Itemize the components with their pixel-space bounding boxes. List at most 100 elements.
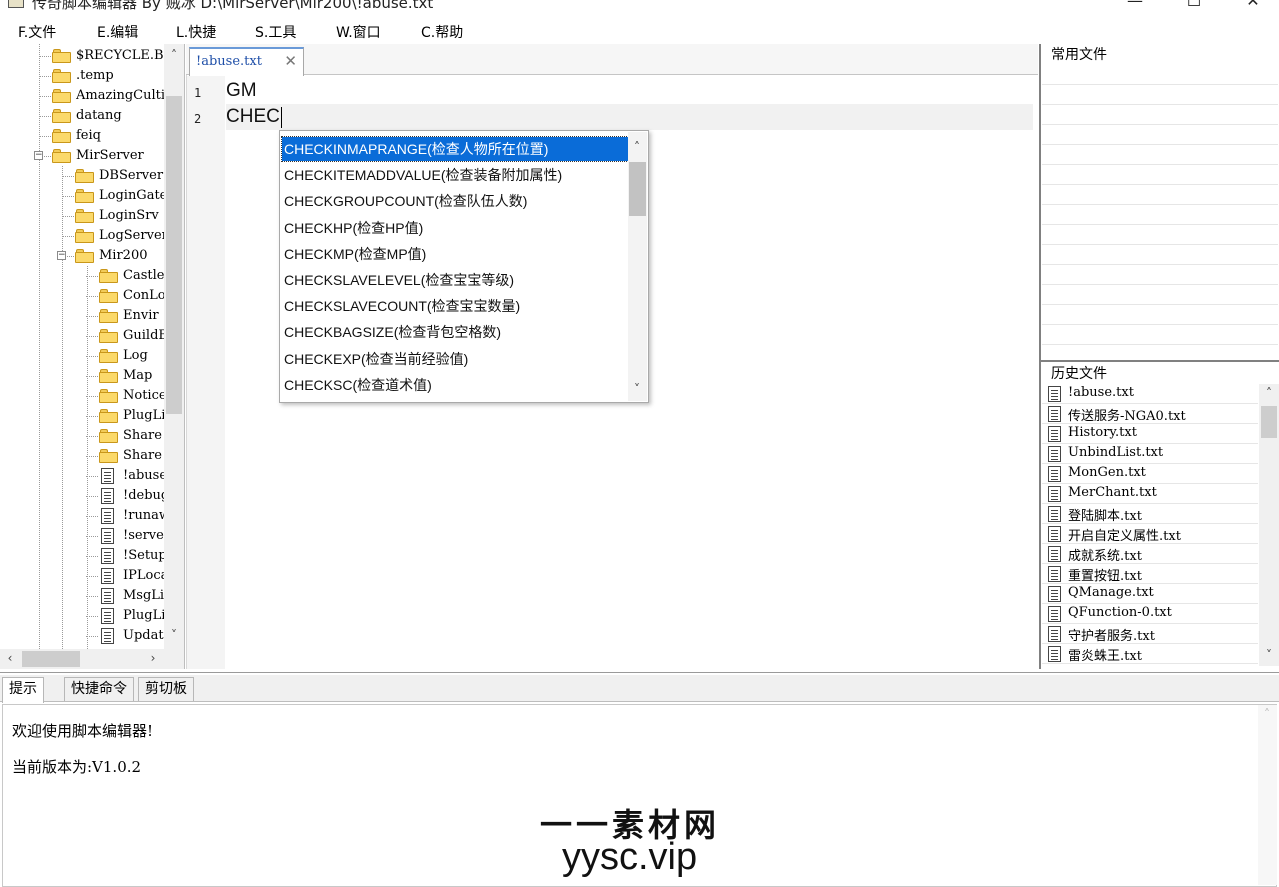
- tab-tips[interactable]: 提示: [2, 677, 44, 703]
- tree-file-item[interactable]: IPLocal.txt: [0, 566, 164, 586]
- tree-folder-item[interactable]: Notice: [0, 386, 164, 406]
- tree-folder-item[interactable]: LoginSrv: [0, 206, 164, 226]
- history-file-item[interactable]: 守护者服务.txt: [1042, 624, 1258, 644]
- history-file-item[interactable]: 重置按钮.txt: [1042, 564, 1258, 584]
- tree-folder-item[interactable]: GuildBase: [0, 326, 164, 346]
- menu-shortcut[interactable]: L.快捷: [176, 24, 216, 42]
- tree-folder-item[interactable]: Log: [0, 346, 164, 366]
- tab-abuse-txt[interactable]: !abuse.txt ✕: [189, 47, 304, 76]
- history-file-item[interactable]: 雷炎蛛王.txt: [1042, 644, 1258, 664]
- history-file-item[interactable]: QFunction-0.txt: [1042, 604, 1258, 624]
- folder-icon: [52, 149, 71, 163]
- history-file-item[interactable]: 传送服务-NGA0.txt: [1042, 404, 1258, 424]
- tree-folder-item[interactable]: ConLog: [0, 286, 164, 306]
- tree-file-item[interactable]: MsgList.txt: [0, 586, 164, 606]
- history-file-item[interactable]: 登陆脚本.txt: [1042, 504, 1258, 524]
- tree-file-item[interactable]: Update.txt: [0, 626, 164, 646]
- autocomplete-scroll-thumb[interactable]: [629, 162, 646, 216]
- tab-close-icon[interactable]: ✕: [284, 52, 297, 70]
- tree-folder-item[interactable]: datang: [0, 106, 164, 126]
- autocomplete-item[interactable]: CHECKSLAVELEVEL(检查宝宝等级): [282, 268, 628, 292]
- tree-folder-item[interactable]: AmazingCultivation: [0, 86, 164, 106]
- autocomplete-item[interactable]: CHECKHP(检查HP值): [282, 216, 628, 240]
- menu-help[interactable]: C.帮助: [421, 24, 463, 42]
- scroll-right-icon[interactable]: ›: [145, 651, 161, 665]
- history-file-item[interactable]: 成就系统.txt: [1042, 544, 1258, 564]
- history-file-item[interactable]: !abuse.txt: [1042, 384, 1258, 404]
- tree-folder-item[interactable]: Castle: [0, 266, 164, 286]
- history-file-item[interactable]: History.txt: [1042, 424, 1258, 444]
- tree-folder-item[interactable]: PlugList: [0, 406, 164, 426]
- tree-vertical-scrollbar[interactable]: ˄ ˅: [164, 44, 184, 649]
- line-number: 2: [194, 112, 202, 126]
- tree-file-item[interactable]: !runaway.txt: [0, 506, 164, 526]
- message-scrollbar[interactable]: ˄: [1258, 705, 1277, 885]
- autocomplete-item[interactable]: CHECKMP(检查MP值): [282, 242, 628, 266]
- tab-shortcut-commands[interactable]: 快捷命令: [64, 677, 134, 701]
- scroll-up-icon[interactable]: ˄: [1261, 386, 1277, 400]
- document-icon: [101, 608, 114, 624]
- autocomplete-item[interactable]: CHECKEXP(检查当前经验值): [282, 347, 628, 371]
- scroll-down-icon[interactable]: ˅: [1261, 648, 1277, 662]
- history-file-item[interactable]: MerChant.txt: [1042, 484, 1258, 504]
- autocomplete-item[interactable]: CHECKITEMADDVALUE(检查装备附加属性): [282, 163, 628, 187]
- autocomplete-item[interactable]: CHECKGROUPCOUNT(检查队伍人数): [282, 189, 628, 213]
- history-file-item[interactable]: 开启自定义属性.txt: [1042, 524, 1258, 544]
- autocomplete-item[interactable]: CHECKSC(检查道术值): [282, 373, 628, 397]
- tree-folder-item[interactable]: .temp: [0, 66, 164, 86]
- autocomplete-item[interactable]: CHECKSLAVECOUNT(检查宝宝数量): [282, 294, 628, 318]
- common-files-list[interactable]: [1042, 64, 1278, 357]
- tree-file-item[interactable]: !Setup.txt: [0, 546, 164, 566]
- history-file-item[interactable]: MonGen.txt: [1042, 464, 1258, 484]
- tree-horizontal-scrollbar[interactable]: ‹ ›: [0, 649, 184, 669]
- autocomplete-popup[interactable]: CHECKINMAPRANGE(检查人物所在位置) CHECKITEMADDVAL…: [279, 130, 649, 403]
- autocomplete-item[interactable]: CHECKINMAPRANGE(检查人物所在位置): [281, 136, 629, 162]
- tree-folder-item[interactable]: − MirServer: [0, 146, 164, 166]
- history-file-item[interactable]: UnbindList.txt: [1042, 444, 1258, 464]
- tree-folder-item[interactable]: − Mir200: [0, 246, 164, 266]
- tree-folder-item[interactable]: LoginGate: [0, 186, 164, 206]
- tree-file-item[interactable]: !server.txt: [0, 526, 164, 546]
- tree-folder-item[interactable]: Map: [0, 366, 164, 386]
- tree-file-item[interactable]: PlugList.txt: [0, 606, 164, 626]
- tree-folder-item[interactable]: Share: [0, 426, 164, 446]
- history-file-item[interactable]: QManage.txt: [1042, 584, 1258, 604]
- tree-scroll-thumb[interactable]: [166, 96, 182, 414]
- tree-folder-item[interactable]: LogServer: [0, 226, 164, 246]
- maximize-button[interactable]: ☐: [1171, 0, 1217, 16]
- autocomplete-item[interactable]: CHECKBAGSIZE(检查背包空格数): [282, 320, 628, 344]
- tree-connector: [86, 556, 98, 557]
- scroll-down-icon[interactable]: ˅: [629, 382, 645, 396]
- tree-item-label: GuildBase: [123, 328, 164, 343]
- panel-divider[interactable]: [1041, 360, 1279, 362]
- history-scroll-thumb[interactable]: [1261, 406, 1277, 438]
- tree-folder-item[interactable]: DBServer: [0, 166, 164, 186]
- close-window-button[interactable]: ✕: [1230, 0, 1276, 16]
- code-line[interactable]: CHEC: [226, 106, 280, 128]
- tree-item-label: !debug.txt: [123, 488, 164, 503]
- menu-edit[interactable]: E.编辑: [97, 24, 138, 42]
- tree-folder-item[interactable]: Envir: [0, 306, 164, 326]
- tab-clipboard[interactable]: 剪切板: [138, 677, 194, 701]
- document-icon: [101, 528, 114, 544]
- menu-tools[interactable]: S.工具: [255, 24, 296, 42]
- tree-folder-item[interactable]: $RECYCLE.BIN: [0, 46, 164, 66]
- tree-file-item[interactable]: !debug.txt: [0, 486, 164, 506]
- menu-file[interactable]: F.文件: [18, 24, 56, 42]
- tree-folder-item[interactable]: feiq: [0, 126, 164, 146]
- autocomplete-scrollbar[interactable]: ˄ ˅: [628, 132, 647, 401]
- menu-window[interactable]: W.窗口: [336, 24, 381, 42]
- scroll-down-icon[interactable]: ˅: [166, 628, 182, 642]
- tree-folder-item[interactable]: Share: [0, 446, 164, 466]
- scroll-up-icon[interactable]: ˄: [166, 48, 182, 62]
- scroll-left-icon[interactable]: ‹: [2, 651, 18, 665]
- tree-hscroll-thumb[interactable]: [22, 651, 80, 667]
- scroll-up-icon[interactable]: ˄: [629, 140, 645, 154]
- code-line[interactable]: GM: [226, 80, 257, 102]
- history-scrollbar[interactable]: ˄ ˅: [1259, 384, 1279, 666]
- tree-file-item[interactable]: !abuse.txt: [0, 466, 164, 486]
- collapse-toggle-icon[interactable]: −: [34, 151, 43, 160]
- collapse-toggle-icon[interactable]: −: [57, 251, 66, 260]
- minimize-button[interactable]: —: [1112, 0, 1158, 16]
- scroll-up-icon[interactable]: ˄: [1259, 707, 1275, 721]
